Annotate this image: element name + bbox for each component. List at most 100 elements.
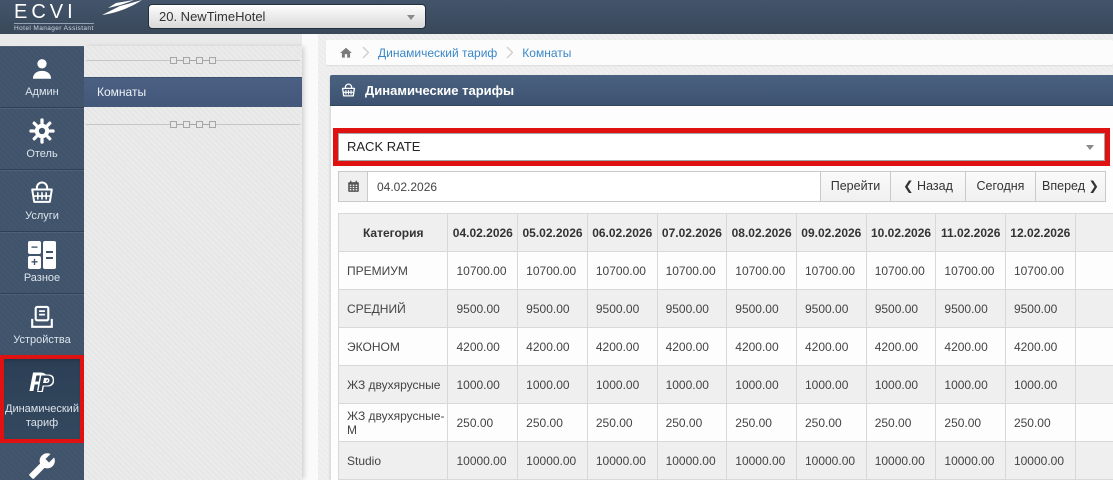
panel-header: Динамические тарифы — [330, 75, 1113, 106]
rate-cell: 9500.00 — [796, 290, 866, 328]
sidebar-item-label: Динамический тариф — [0, 403, 84, 429]
logo-subtitle: Hotel Manager Assistant — [14, 23, 94, 32]
rate-cell: 1000.00 — [866, 366, 936, 404]
date-column-header: 04.02.2026 — [448, 214, 518, 252]
top-bar: ECVI Hotel Manager Assistant 20. NewTime… — [0, 0, 1113, 34]
sidebar-item-admin[interactable]: Админ — [0, 46, 84, 108]
rate-cell: 9500.00 — [448, 290, 518, 328]
rate-cell: 1000.00 — [936, 366, 1006, 404]
group-divider — [86, 56, 300, 65]
today-button[interactable]: Сегодня — [966, 171, 1036, 202]
logo-swoosh-icon — [100, 0, 142, 21]
rate-cell: 1000.00 — [657, 366, 727, 404]
rate-cell: 10000.00 — [518, 442, 588, 480]
basket-icon — [26, 178, 58, 208]
rate-plan-value: RACK RATE — [347, 139, 420, 154]
sidebar-item-devices[interactable]: Устройства — [0, 294, 84, 356]
rates-table: Категория04.02.202605.02.202606.02.20260… — [338, 213, 1113, 480]
gear-icon — [26, 116, 58, 146]
sidebar-item-misc[interactable]: − + Разное — [0, 232, 84, 294]
date-controls: Перейти ❮ Назад Сегодня Вперед ❯ — [338, 171, 1106, 202]
sidebar-item-services[interactable]: Услуги — [0, 170, 84, 232]
chevron-down-icon — [1086, 145, 1094, 150]
rates-table-head-row: Категория04.02.202605.02.202606.02.20260… — [339, 214, 1113, 252]
partial-cell — [1075, 328, 1113, 366]
table-row: ЭКОНОМ4200.004200.004200.004200.004200.0… — [339, 328, 1113, 366]
rate-cell: 10000.00 — [936, 442, 1006, 480]
rate-cell: 250.00 — [518, 404, 588, 442]
sidebar-item-label: Отель — [24, 148, 59, 161]
category-cell: СРЕДНИЙ — [339, 290, 448, 328]
hotel-select[interactable]: 20. NewTimeHotel — [148, 4, 426, 29]
group-divider — [86, 120, 300, 129]
date-column-header: 11.02.2026 — [936, 214, 1006, 252]
sidebar-item-hotel[interactable]: Отель — [0, 108, 84, 170]
rate-cell: 4200.00 — [796, 328, 866, 366]
back-button[interactable]: ❮ Назад — [891, 171, 966, 202]
rate-cell: 1000.00 — [518, 366, 588, 404]
rate-cell: 250.00 — [796, 404, 866, 442]
rate-cell: 250.00 — [1005, 404, 1075, 442]
wrench-icon — [26, 451, 58, 480]
rate-cell: 10000.00 — [587, 442, 657, 480]
rate-cell: 10000.00 — [448, 442, 518, 480]
breadcrumb-link-dynamic-rate[interactable]: Динамический тариф — [378, 46, 497, 60]
p-rate-icon: PP — [26, 367, 58, 401]
rate-cell: 9500.00 — [657, 290, 727, 328]
rate-cell: 9500.00 — [587, 290, 657, 328]
table-row: СРЕДНИЙ9500.009500.009500.009500.009500.… — [339, 290, 1113, 328]
breadcrumb-link-rooms[interactable]: Комнаты — [522, 46, 571, 60]
rate-cell: 9500.00 — [866, 290, 936, 328]
rate-cell: 10700.00 — [936, 252, 1006, 290]
category-cell: ЭКОНОМ — [339, 328, 448, 366]
rate-cell: 10000.00 — [1005, 442, 1075, 480]
rate-cell: 10700.00 — [587, 252, 657, 290]
category-cell: Studio — [339, 442, 448, 480]
rate-cell: 10700.00 — [657, 252, 727, 290]
rate-cell: 4200.00 — [936, 328, 1006, 366]
date-column-header: 06.02.2026 — [587, 214, 657, 252]
rate-cell: 1000.00 — [587, 366, 657, 404]
rate-cell: 1000.00 — [796, 366, 866, 404]
date-input[interactable] — [368, 171, 821, 202]
category-column-header: Категория — [339, 214, 448, 252]
rate-cell: 10000.00 — [727, 442, 797, 480]
partial-cell — [1075, 366, 1113, 404]
go-button[interactable]: Перейти — [821, 171, 891, 202]
subnav-item-rooms[interactable]: Комнаты — [84, 77, 302, 107]
partial-cell — [1075, 252, 1113, 290]
highlight-box-rate-select: RACK RATE — [333, 128, 1110, 166]
breadcrumb-separator-icon — [506, 47, 513, 58]
sidebar-item-dynamic-rate[interactable]: PP Динамический тариф — [0, 356, 84, 442]
logo-title: ECVI — [14, 2, 94, 22]
dynamic-rates-panel: Динамические тарифы RACK RATE — [330, 75, 1113, 480]
date-column-header: 07.02.2026 — [657, 214, 727, 252]
rate-cell: 4200.00 — [727, 328, 797, 366]
rate-cell: 9500.00 — [518, 290, 588, 328]
table-row: Studio10000.0010000.0010000.0010000.0010… — [339, 442, 1113, 480]
rates-table-body: ПРЕМИУМ10700.0010700.0010700.0010700.001… — [339, 252, 1113, 480]
rate-cell: 10000.00 — [796, 442, 866, 480]
rate-cell: 250.00 — [587, 404, 657, 442]
sidebar-item-tools[interactable] — [0, 442, 84, 480]
partial-cell — [1075, 404, 1113, 442]
rate-cell: 250.00 — [866, 404, 936, 442]
rate-cell: 4200.00 — [657, 328, 727, 366]
category-cell: ПРЕМИУМ — [339, 252, 448, 290]
sidebar: Админ Отель — [0, 46, 84, 480]
date-column-header: 08.02.2026 — [727, 214, 797, 252]
forward-button[interactable]: Вперед ❯ — [1036, 171, 1106, 202]
rate-cell: 250.00 — [936, 404, 1006, 442]
rate-cell: 10700.00 — [727, 252, 797, 290]
sidebar-item-label: Услуги — [23, 210, 61, 223]
date-column-header: 12.02.2026 — [1005, 214, 1075, 252]
rate-cell: 9500.00 — [727, 290, 797, 328]
table-row: ЖЗ двухярусные1000.001000.001000.001000.… — [339, 366, 1113, 404]
rate-cell: 4200.00 — [587, 328, 657, 366]
rate-cell: 10000.00 — [866, 442, 936, 480]
calendar-icon[interactable] — [338, 171, 368, 202]
partial-cell — [1075, 290, 1113, 328]
rate-cell: 1000.00 — [727, 366, 797, 404]
rate-plan-select[interactable]: RACK RATE — [338, 133, 1105, 161]
home-icon[interactable] — [339, 46, 353, 60]
